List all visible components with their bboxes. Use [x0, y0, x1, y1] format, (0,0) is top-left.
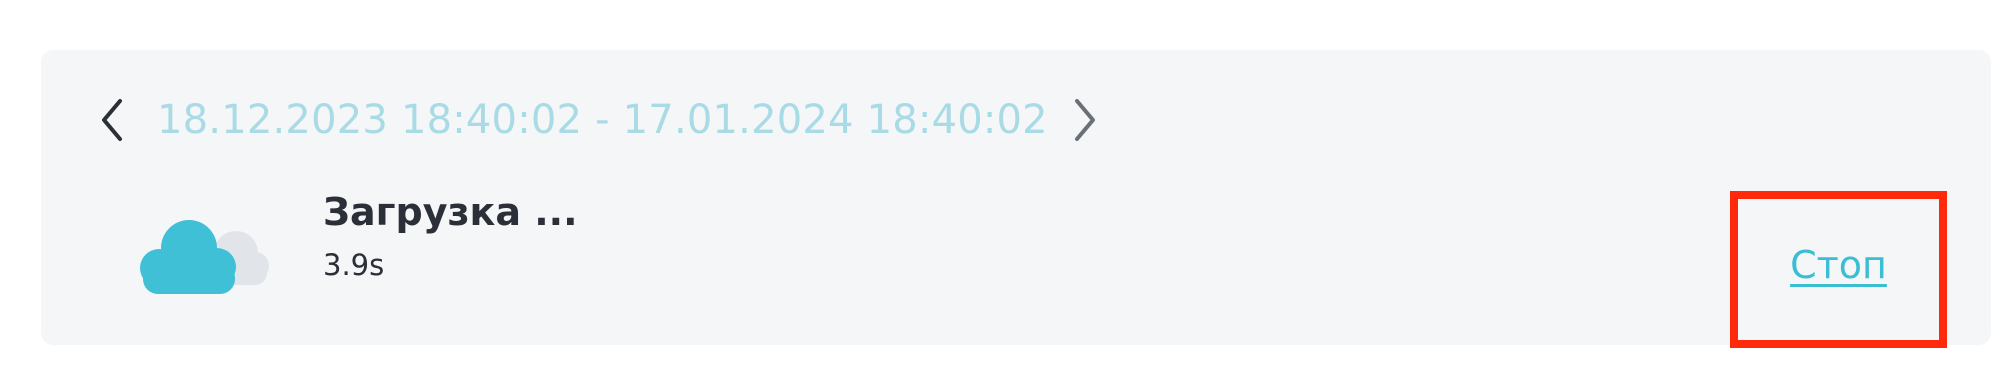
date-range-label: 18.12.2023 18:40:02 - 17.01.2024 18:40:0…	[157, 97, 1048, 143]
highlight-box: Стоп	[1730, 191, 1947, 348]
chevron-right-icon	[1069, 97, 1099, 143]
loading-panel: 18.12.2023 18:40:02 - 17.01.2024 18:40:0…	[41, 50, 1991, 348]
prev-period-button[interactable]	[91, 90, 135, 150]
cloud-icon	[131, 195, 281, 315]
elapsed-time: 3.9s	[323, 248, 385, 282]
status-title: Загрузка ...	[323, 190, 578, 234]
next-period-button[interactable]	[1062, 90, 1106, 150]
chevron-left-icon	[98, 97, 128, 143]
date-range-navigator: 18.12.2023 18:40:02 - 17.01.2024 18:40:0…	[91, 90, 1106, 150]
stop-link[interactable]: Стоп	[1738, 243, 1939, 287]
